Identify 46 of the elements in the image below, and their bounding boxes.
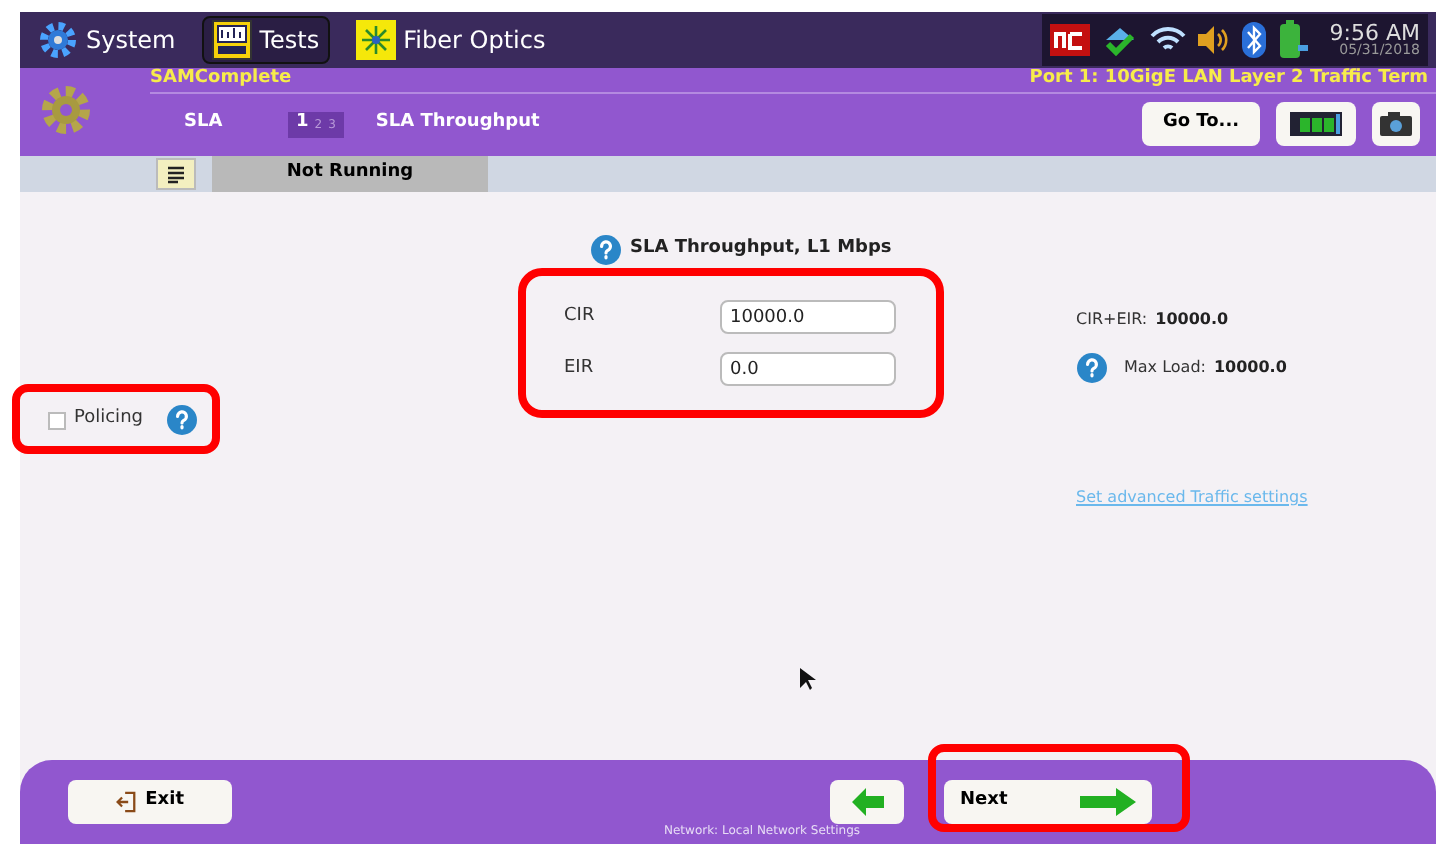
meter-icon (211, 20, 252, 60)
starburst-icon (355, 20, 396, 60)
max-load-label: Max Load: (1124, 356, 1206, 380)
app-tab[interactable]: Fiber Optics (345, 16, 556, 64)
input-field[interactable]: 0.0 (720, 352, 896, 386)
help-icon[interactable] (166, 404, 199, 436)
field-label: CIR (564, 303, 597, 330)
camera-button[interactable] (1372, 102, 1420, 146)
field-label: EIR (564, 355, 596, 382)
log-button[interactable] (156, 158, 196, 190)
arrow-left-icon (851, 788, 883, 816)
nc-icon (1049, 24, 1090, 56)
camera-icon (1380, 112, 1412, 136)
sum-value: 10000.0 (1155, 308, 1229, 332)
arrow-right-icon (1080, 788, 1136, 816)
help-icon[interactable] (590, 234, 622, 266)
form-title: SLA Throughput, L1 Mbps (630, 236, 892, 263)
help-icon[interactable] (1076, 352, 1108, 384)
battery-icon (1275, 20, 1312, 60)
list-icon (166, 165, 186, 183)
port-label: Port 1: 10GigE LAN Layer 2 Traffic Term (1029, 66, 1428, 93)
panels-icon (1290, 112, 1342, 136)
exit-button[interactable]: Exit (68, 780, 232, 824)
next-button[interactable]: Next (944, 780, 1152, 824)
policing-label: Policing (74, 406, 143, 433)
goto-button[interactable]: Go To... (1142, 102, 1260, 146)
max-load-value: 10000.0 (1213, 356, 1287, 380)
app-tab[interactable]: System (28, 16, 186, 64)
gear-icon (38, 20, 78, 60)
section-label: SLA (184, 110, 225, 137)
app-tab[interactable]: Tests (201, 16, 330, 64)
policing-checkbox[interactable] (48, 411, 66, 429)
layout-button[interactable] (1276, 102, 1356, 146)
gear-icon (40, 84, 92, 136)
mouse-pointer-icon (800, 668, 816, 690)
bluetooth-icon (1241, 22, 1266, 58)
speaker-icon (1195, 24, 1232, 56)
status-field: Not Running (212, 156, 488, 192)
sum-label: CIR+EIR: (1076, 308, 1148, 332)
back-button[interactable] (830, 780, 904, 824)
step-title: SLA Throughput (375, 110, 540, 137)
clock-time: 9:56 AM (1329, 22, 1420, 44)
test-name: SAMComplete (150, 66, 292, 93)
exit-icon (116, 788, 138, 816)
input-field[interactable]: 10000.0 (720, 300, 896, 334)
step-number[interactable]: 1 (296, 110, 309, 138)
